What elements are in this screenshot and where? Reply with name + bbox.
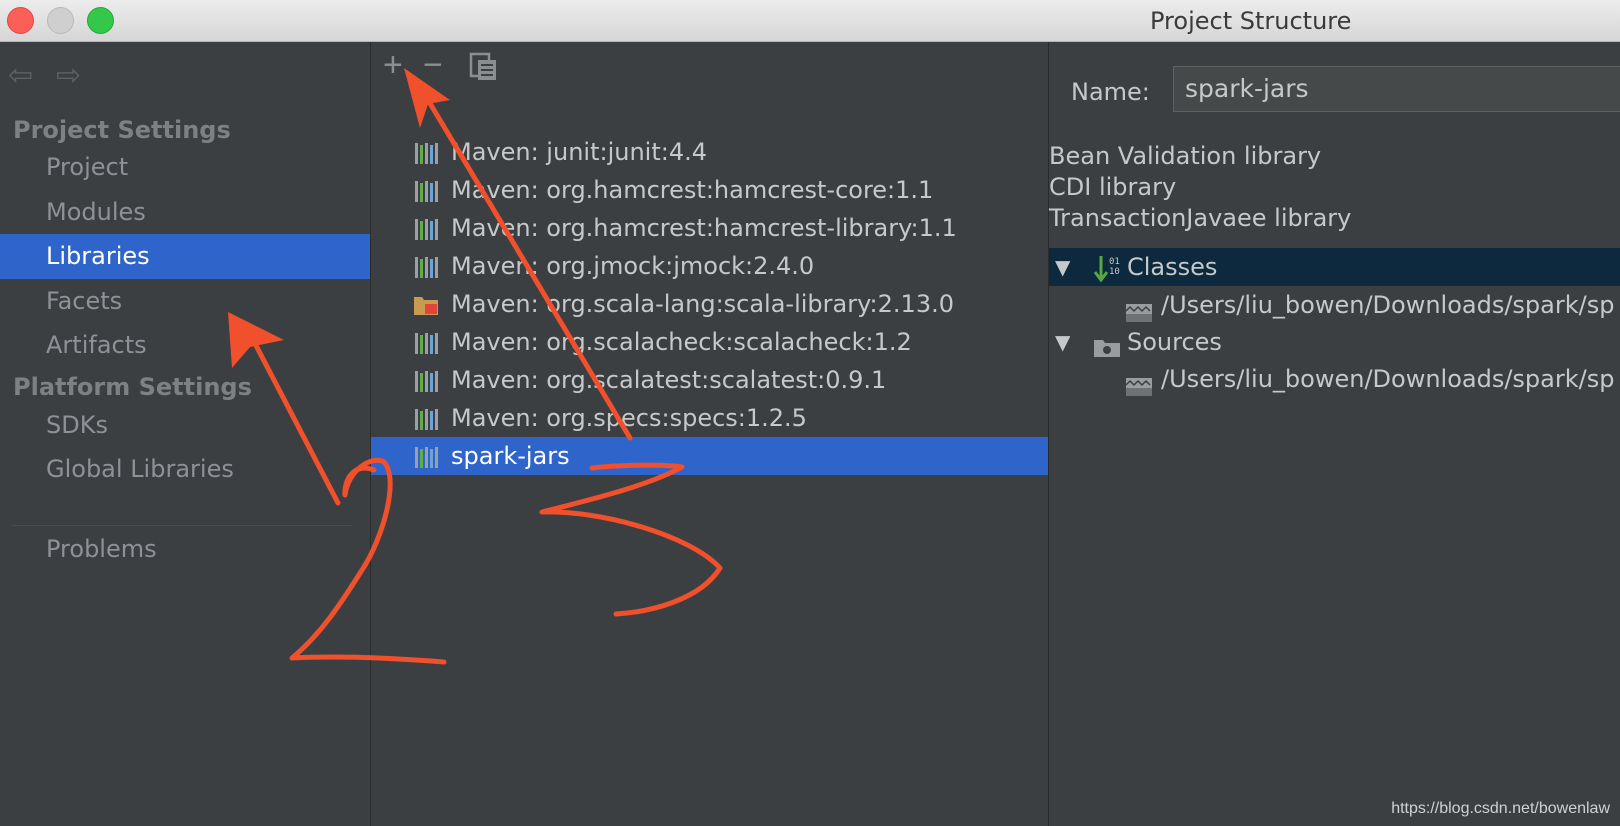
forward-arrow-icon[interactable]: ⇨ [56,58,81,93]
info-transaction: TransactionJavaee library [1049,204,1352,232]
library-item[interactable]: Maven: org.jmock:jmock:2.4.0 [371,247,1048,285]
library-item[interactable]: Maven: org.scalatest:scalatest:0.9.1 [371,361,1048,399]
sources-label: Sources [1127,328,1222,356]
library-item[interactable]: Maven: org.hamcrest:hamcrest-library:1.1 [371,209,1048,247]
library-icon [415,181,438,202]
platform-settings-header: Platform Settings [13,373,252,401]
classes-label: Classes [1127,253,1218,281]
library-detail-panel: Name: spark-jars Bean Validation library… [1049,42,1620,826]
library-icon [415,371,438,392]
library-name: Maven: org.scalatest:scalatest:0.9.1 [451,366,887,394]
library-name: Maven: junit:junit:4.4 [451,138,707,166]
close-window-button[interactable] [7,7,34,34]
sidebar-item-libraries[interactable]: Libraries [0,234,370,279]
collapse-triangle-icon[interactable]: ▼ [1055,323,1070,361]
sidebar-item-facets[interactable]: Facets [0,279,370,324]
library-name: spark-jars [451,442,570,470]
classes-path: /Users/liu_bowen/Downloads/spark/sp [1161,291,1615,319]
copy-library-icon[interactable] [469,52,499,88]
sources-path-row[interactable]: /Users/liu_bowen/Downloads/spark/sp [1049,360,1620,398]
add-library-icon[interactable]: + [383,48,403,82]
library-folder-icon [414,297,438,315]
library-item[interactable]: spark-jars [371,437,1048,475]
sidebar-item-global-libraries[interactable]: Global Libraries [0,447,370,492]
sidebar-item-problems[interactable]: Problems [0,527,370,572]
sidebar-divider [12,525,352,526]
project-settings-header: Project Settings [13,116,231,144]
sidebar-item-sdks[interactable]: SDKs [0,403,370,448]
window-title: Project Structure [1150,7,1352,35]
sources-node[interactable]: ▼ Sources [1049,323,1620,361]
library-name: Maven: org.scala-lang:scala-library:2.13… [451,290,954,318]
svg-text:01: 01 [1109,257,1120,267]
sidebar-item-artifacts[interactable]: Artifacts [0,323,370,368]
library-icon [415,219,438,240]
library-icon [415,257,438,278]
library-name: Maven: org.hamcrest:hamcrest-library:1.1 [451,214,957,242]
name-label: Name: [1071,78,1150,106]
library-item[interactable]: Maven: org.specs:specs:1.2.5 [371,399,1048,437]
back-arrow-icon[interactable]: ⇦ [8,58,33,93]
library-name-field[interactable]: spark-jars [1173,66,1620,112]
remove-library-icon[interactable]: − [423,48,443,82]
watermark: https://blog.csdn.net/bowenlaw [1391,800,1610,817]
library-item[interactable]: Maven: junit:junit:4.4 [371,133,1048,171]
library-name: Maven: org.scalacheck:scalacheck:1.2 [451,328,912,356]
library-item[interactable]: Maven: org.hamcrest:hamcrest-core:1.1 [371,171,1048,209]
library-icon [415,333,438,354]
collapse-triangle-icon[interactable]: ▼ [1055,248,1070,286]
sidebar-item-project[interactable]: Project [0,145,370,190]
svg-text:10: 10 [1109,267,1120,277]
sources-path: /Users/liu_bowen/Downloads/spark/sp [1161,365,1615,393]
info-cdi: CDI library [1049,173,1177,201]
classes-path-row[interactable]: /Users/liu_bowen/Downloads/spark/sp [1049,286,1620,324]
libraries-panel: + − Maven: junit:junit:4.4 Maven: org.ham… [371,42,1049,826]
minimize-window-button[interactable] [47,7,74,34]
settings-sidebar: ⇦ ⇨ Project Settings Project Modules Lib… [0,42,371,826]
info-bean-validation: Bean Validation library [1049,142,1322,170]
library-icon [415,409,438,430]
library-name: Maven: org.hamcrest:hamcrest-core:1.1 [451,176,934,204]
maximize-window-button[interactable] [87,7,114,34]
library-icon [415,447,438,468]
library-name: Maven: org.jmock:jmock:2.4.0 [451,252,815,280]
library-item[interactable]: Maven: org.scalacheck:scalacheck:1.2 [371,323,1048,361]
library-item[interactable]: Maven: org.scala-lang:scala-library:2.13… [371,285,1048,323]
sidebar-item-modules[interactable]: Modules [0,190,370,235]
classes-node[interactable]: ▼ 01 10 Classes [1049,248,1620,286]
jar-archive-icon [1125,370,1153,408]
library-icon [415,143,438,164]
library-name: Maven: org.specs:specs:1.2.5 [451,404,807,432]
title-bar: Project Structure [0,0,1620,42]
